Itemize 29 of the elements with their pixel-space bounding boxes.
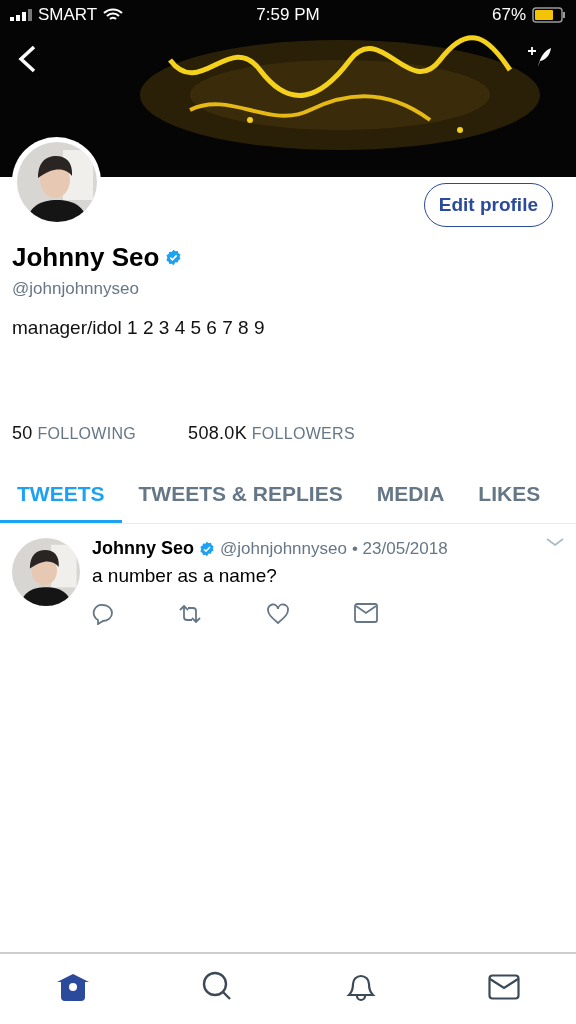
signal-icon [10, 9, 32, 21]
carrier-name: SMART [38, 5, 98, 25]
tweet-text: a number as a name? [92, 565, 278, 587]
mail-icon[interactable] [488, 974, 521, 1000]
profile-tab[interactable]: TWEETS & REPLIES [121, 470, 360, 523]
edit-profile-button[interactable]: Edit profile [423, 183, 553, 227]
profile-tab[interactable]: MEDIA [359, 470, 462, 523]
reply-icon[interactable] [92, 603, 114, 625]
profile-tab[interactable]: TWEETS [0, 470, 122, 523]
back-icon[interactable] [16, 44, 38, 74]
home-icon[interactable] [55, 972, 90, 1002]
heart-icon[interactable] [266, 603, 290, 625]
follow-stat[interactable]: 508.0K FOLLOWERS [188, 423, 355, 444]
bell-icon[interactable] [344, 972, 377, 1002]
avatar[interactable] [16, 141, 97, 222]
wifi-icon [103, 8, 124, 22]
clock-time: 7:59 PM [256, 5, 320, 25]
tweet-author: Johnny Seo [92, 538, 194, 559]
follow-stat[interactable]: 50 FOLLOWING [12, 423, 137, 444]
battery-icon [532, 7, 566, 23]
mail-icon[interactable] [354, 603, 378, 623]
profile-tab[interactable]: LIKES [461, 470, 558, 523]
tweet-date: • 23/05/2018 [351, 538, 448, 559]
tweet-handle: @johnjohnnyseo [220, 538, 347, 559]
battery-percent: 67% [491, 5, 526, 25]
profile-name: Johnny Seo [12, 242, 160, 273]
retweet-icon[interactable] [178, 603, 202, 625]
profile-handle: @johnjohnnyseo [12, 279, 140, 299]
profile-bio: manager/idol 1 2 3 4 5 6 7 8 9 [12, 317, 266, 339]
